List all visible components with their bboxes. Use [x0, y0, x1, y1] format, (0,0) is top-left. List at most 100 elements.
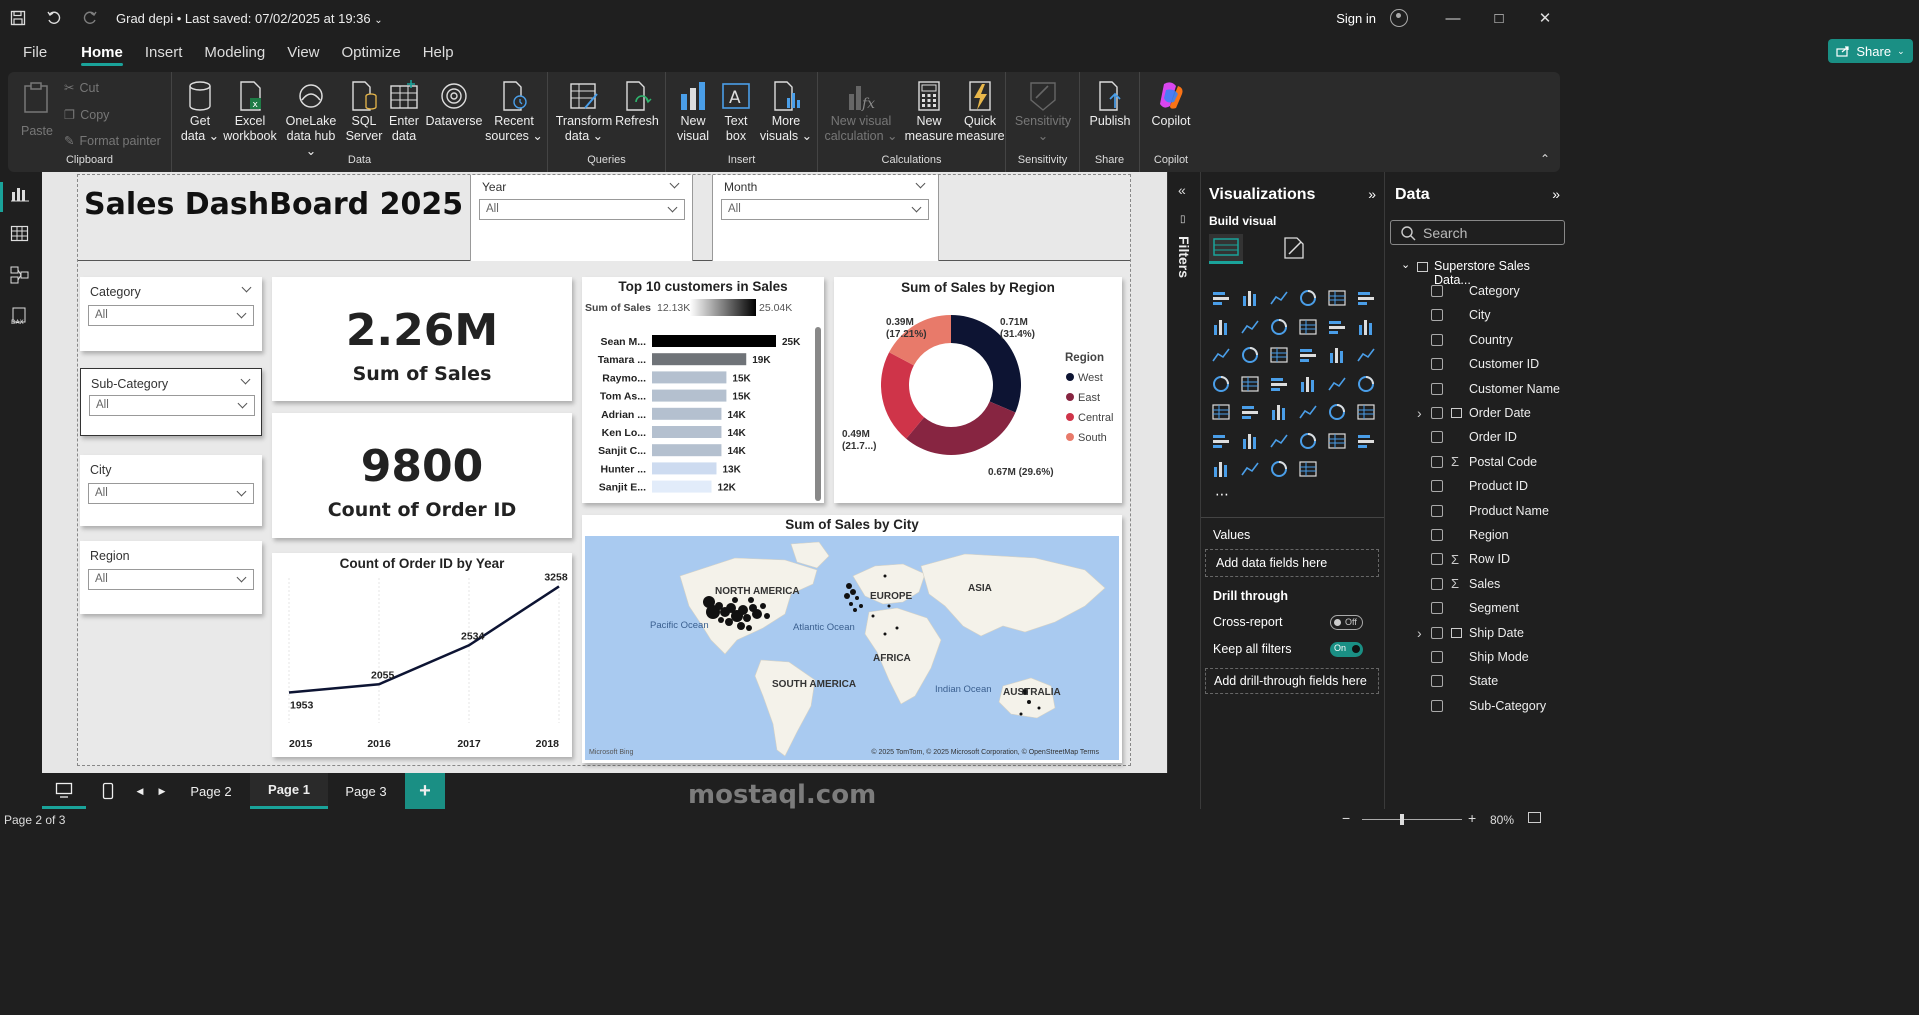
- maximize-icon[interactable]: □: [1476, 0, 1522, 36]
- bar[interactable]: [652, 444, 722, 457]
- menu-modeling[interactable]: Modeling: [193, 36, 276, 68]
- field-sub-category[interactable]: Sub-Category: [1385, 694, 1569, 718]
- card-visual-icon[interactable]: [1327, 374, 1347, 394]
- add-data-fields-well[interactable]: Add data fields here: [1205, 549, 1379, 577]
- field-customer-id[interactable]: Customer ID: [1385, 352, 1569, 376]
- cut-button[interactable]: ✂ Cut: [64, 80, 99, 96]
- field-ship-mode[interactable]: Ship Mode: [1385, 645, 1569, 669]
- field-checkbox[interactable]: [1431, 382, 1443, 395]
- legend-entry[interactable]: East: [1078, 392, 1100, 404]
- azure-map-visual-icon[interactable]: [1269, 374, 1289, 394]
- line-chart-orders-by-year[interactable]: Count of Order ID by Year 1953 2015 2055 20…: [272, 553, 572, 757]
- redo-icon[interactable]: [72, 0, 108, 36]
- fit-to-page-icon[interactable]: [1528, 812, 1541, 823]
- year-slicer[interactable]: Year All: [470, 175, 693, 261]
- field-region[interactable]: Region: [1385, 523, 1569, 547]
- menu-home[interactable]: Home: [70, 36, 134, 68]
- add-drill-through-well[interactable]: Add drill-through fields here: [1205, 668, 1379, 694]
- field-checkbox[interactable]: [1431, 529, 1443, 541]
- field-checkbox[interactable]: [1431, 602, 1443, 615]
- bar[interactable]: [652, 389, 727, 402]
- table-visual-icon[interactable]: [1269, 402, 1289, 422]
- menu-optimize[interactable]: Optimize: [331, 36, 412, 68]
- legend-entry[interactable]: West: [1078, 372, 1103, 384]
- field-ship-date[interactable]: › Ship Date: [1385, 621, 1569, 645]
- menu-help[interactable]: Help: [412, 36, 465, 68]
- bar[interactable]: [652, 371, 727, 384]
- top10-scrollbar[interactable]: [815, 327, 821, 501]
- chevron-down-icon[interactable]: ⌄: [374, 15, 382, 26]
- field-checkbox[interactable]: [1431, 577, 1443, 590]
- field-checkbox[interactable]: [1431, 285, 1443, 297]
- chevron-down-icon[interactable]: [915, 178, 926, 189]
- ribbon-visual-icon[interactable]: [1356, 317, 1376, 337]
- data-search-box[interactable]: Search: [1390, 220, 1565, 245]
- bar[interactable]: [652, 426, 722, 438]
- donut-visual-icon[interactable]: [1327, 345, 1347, 365]
- 100-column-visual-icon[interactable]: [1356, 288, 1376, 308]
- field-checkbox[interactable]: [1431, 675, 1443, 688]
- add-page-button[interactable]: +: [405, 773, 445, 809]
- region-dropdown[interactable]: All: [88, 569, 254, 590]
- field-segment[interactable]: Segment: [1385, 596, 1569, 620]
- slicer-visual-icon[interactable]: [1240, 402, 1260, 422]
- text-box-button[interactable]: A Text box: [718, 80, 754, 144]
- sql-server-button[interactable]: SQL Server: [344, 80, 384, 144]
- arcgis-visual-icon[interactable]: [1269, 459, 1289, 479]
- field-checkbox[interactable]: [1431, 431, 1443, 444]
- stacked-column-visual-icon[interactable]: [1240, 288, 1260, 308]
- stacked-area-visual-icon[interactable]: [1269, 317, 1289, 337]
- region-slicer[interactable]: Region All: [80, 541, 262, 614]
- avatar-icon[interactable]: [1390, 9, 1408, 27]
- multi-card-visual-icon[interactable]: [1356, 374, 1376, 394]
- collapse-viz-icon[interactable]: »: [1368, 186, 1376, 202]
- decomposition-tree-visual-icon[interactable]: [1240, 431, 1260, 451]
- waterfall-visual-icon[interactable]: [1211, 345, 1231, 365]
- publish-button[interactable]: Publish: [1086, 80, 1134, 129]
- menu-file[interactable]: File: [12, 36, 58, 68]
- pie-visual-icon[interactable]: [1298, 345, 1318, 365]
- model-view-icon[interactable]: [10, 266, 30, 284]
- map-attribution[interactable]: © 2025 TomTom, © 2025 Microsoft Corporat…: [871, 749, 1099, 756]
- enter-data-button[interactable]: Enter data: [386, 80, 422, 144]
- chevron-right-icon[interactable]: ›: [1417, 625, 1422, 641]
- map-sales-by-city[interactable]: Sum of Sales by City NORTH AMERICA EUROP…: [582, 515, 1122, 763]
- menu-view[interactable]: View: [276, 36, 330, 68]
- line-series[interactable]: [288, 585, 560, 694]
- map-area[interactable]: NORTH AMERICA EUROPE ASIA AFRICA SOUTH A…: [585, 536, 1119, 760]
- undo-icon[interactable]: [36, 0, 72, 36]
- field-order-id[interactable]: Order ID: [1385, 425, 1569, 449]
- 100-bar-visual-icon[interactable]: [1327, 288, 1347, 308]
- onelake-button[interactable]: OneLake data hub ⌄: [280, 80, 342, 159]
- field-checkbox[interactable]: [1431, 455, 1443, 468]
- recent-sources-button[interactable]: Recent sources ⌄: [484, 80, 544, 144]
- get-data-button[interactable]: Get data ⌄: [178, 80, 222, 144]
- dataverse-button[interactable]: Dataverse: [424, 80, 484, 129]
- transform-data-button[interactable]: Transform data ⌄: [554, 80, 614, 144]
- subcategory-dropdown[interactable]: All: [89, 395, 255, 416]
- refresh-button[interactable]: Refresh: [614, 80, 660, 129]
- collapse-data-icon[interactable]: »: [1552, 186, 1560, 202]
- keep-filters-toggle[interactable]: On: [1330, 642, 1363, 657]
- bar[interactable]: [652, 462, 717, 475]
- format-visual-tab[interactable]: [1277, 234, 1311, 264]
- stacked-bar-visual-icon[interactable]: [1211, 288, 1231, 308]
- filters-pane[interactable]: « ▯ Filters: [1167, 172, 1200, 773]
- sign-in-link[interactable]: Sign in: [1336, 11, 1376, 26]
- quick-measure-button[interactable]: Quick measure: [956, 80, 1005, 144]
- field-checkbox[interactable]: [1431, 407, 1443, 419]
- narrative-visual-icon[interactable]: [1298, 431, 1318, 451]
- report-view-icon[interactable]: [10, 184, 30, 202]
- month-slicer[interactable]: Month All: [712, 175, 939, 261]
- copilot-button[interactable]: Copilot: [1146, 80, 1196, 129]
- line-column-visual-icon[interactable]: [1298, 317, 1318, 337]
- bar[interactable]: [652, 353, 747, 366]
- powerapps-visual-icon[interactable]: [1211, 459, 1231, 479]
- field-checkbox[interactable]: [1431, 504, 1443, 517]
- line-clustered-visual-icon[interactable]: [1327, 317, 1347, 337]
- dax-query-view-icon[interactable]: DAX: [10, 307, 30, 326]
- field-checkbox[interactable]: [1431, 699, 1443, 712]
- copy-button[interactable]: ❐ Copy: [64, 107, 109, 123]
- bar[interactable]: [652, 407, 722, 420]
- new-visual-button[interactable]: New visual: [672, 80, 714, 144]
